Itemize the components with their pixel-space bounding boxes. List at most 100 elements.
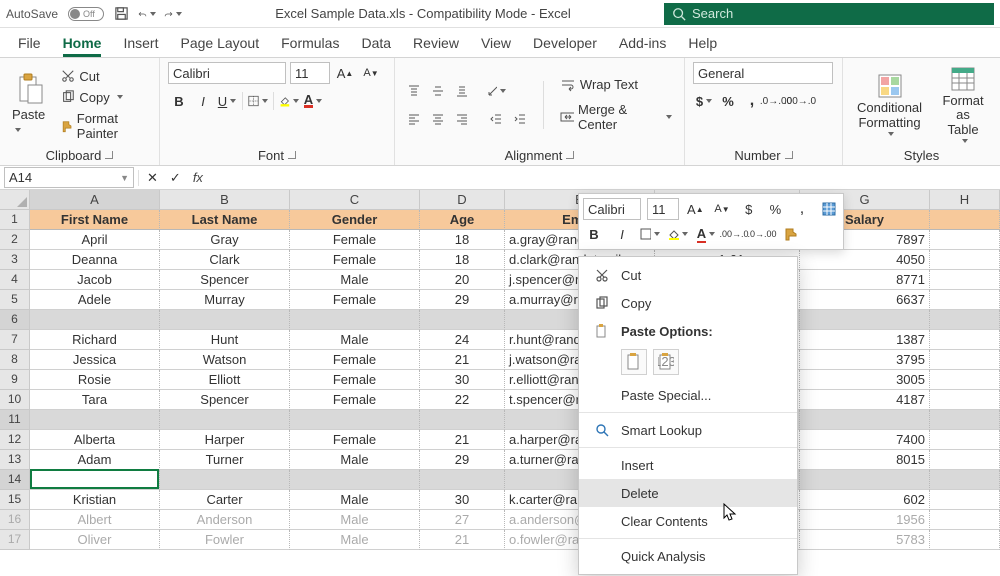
cell[interactable]: Female (290, 290, 420, 310)
ctx-delete[interactable]: Delete (579, 479, 797, 507)
align-left-icon[interactable] (403, 108, 425, 130)
cell[interactable]: Male (290, 450, 420, 470)
cell[interactable]: 21 (420, 430, 505, 450)
cell[interactable]: 1956 (800, 510, 930, 530)
cell[interactable] (930, 470, 1000, 490)
cell[interactable]: 30 (420, 490, 505, 510)
cell[interactable]: 21 (420, 530, 505, 550)
cell[interactable] (930, 310, 1000, 330)
mini-italic-icon[interactable]: I (611, 223, 633, 245)
cell[interactable] (930, 290, 1000, 310)
format-painter-button[interactable]: Format Painter (57, 109, 151, 143)
ctx-paste-special[interactable]: Paste Special... (579, 381, 797, 409)
tab-developer[interactable]: Developer (533, 31, 597, 57)
cell[interactable] (930, 230, 1000, 250)
name-box[interactable]: A14▼ (4, 167, 134, 188)
format-as-table-button[interactable]: Format as Table (934, 64, 992, 145)
cell[interactable]: 30 (420, 370, 505, 390)
autosave-toggle[interactable]: Off (68, 7, 104, 21)
cell[interactable]: 4050 (800, 250, 930, 270)
cell[interactable] (930, 390, 1000, 410)
row-header[interactable]: 12 (0, 430, 30, 450)
cell[interactable] (290, 410, 420, 430)
undo-icon[interactable] (138, 5, 156, 23)
spreadsheet-grid[interactable]: ABCDEFGH 1First NameLast NameGenderAgeEm… (0, 190, 1000, 550)
cell[interactable]: Female (290, 370, 420, 390)
select-all-corner[interactable] (0, 190, 30, 210)
align-bottom-icon[interactable] (451, 80, 473, 102)
cell[interactable]: 602 (800, 490, 930, 510)
paste-option-default[interactable] (621, 349, 647, 375)
row-header[interactable]: 3 (0, 250, 30, 270)
cell[interactable] (290, 310, 420, 330)
mini-size-combo[interactable] (647, 198, 679, 220)
conditional-formatting-button[interactable]: Conditional Formatting (851, 71, 928, 138)
mini-decrease-decimal-icon[interactable]: .00→.0 (723, 223, 745, 245)
tab-help[interactable]: Help (688, 31, 717, 57)
row-header[interactable]: 13 (0, 450, 30, 470)
cell[interactable] (930, 270, 1000, 290)
cell[interactable] (930, 410, 1000, 430)
decrease-font-icon[interactable]: A▼ (360, 62, 382, 84)
tab-review[interactable]: Review (413, 31, 459, 57)
cut-button[interactable]: Cut (57, 67, 151, 86)
tab-page-layout[interactable]: Page Layout (180, 31, 259, 57)
row-header[interactable]: 10 (0, 390, 30, 410)
mini-increase-decimal-icon[interactable]: .0→.00 (751, 223, 773, 245)
number-format-combo[interactable] (693, 62, 833, 84)
mini-table-icon[interactable] (818, 198, 839, 220)
cell[interactable] (160, 410, 290, 430)
cell[interactable]: Rosie (30, 370, 160, 390)
mini-decrease-font-icon[interactable]: A▼ (712, 198, 733, 220)
cell[interactable]: 1387 (800, 330, 930, 350)
cell[interactable] (930, 530, 1000, 550)
cell[interactable]: Last Name (160, 210, 290, 230)
cell[interactable]: Male (290, 510, 420, 530)
cell[interactable]: 8771 (800, 270, 930, 290)
cell[interactable] (930, 350, 1000, 370)
align-right-icon[interactable] (451, 108, 473, 130)
dialog-launcher-icon[interactable] (105, 151, 113, 159)
tab-view[interactable]: View (481, 31, 511, 57)
tab-formulas[interactable]: Formulas (281, 31, 339, 57)
ctx-cut[interactable]: Cut (579, 261, 797, 289)
cell[interactable]: Jacob (30, 270, 160, 290)
mini-percent-icon[interactable]: % (765, 198, 786, 220)
tab-data[interactable]: Data (361, 31, 391, 57)
row-header[interactable]: 16 (0, 510, 30, 530)
cell[interactable] (930, 510, 1000, 530)
cell[interactable]: Oliver (30, 530, 160, 550)
paste-option-values[interactable]: 123 (653, 349, 679, 375)
cell[interactable] (930, 490, 1000, 510)
mini-currency-icon[interactable]: $ (738, 198, 759, 220)
cell[interactable] (290, 470, 420, 490)
cell[interactable]: Elliott (160, 370, 290, 390)
column-header[interactable]: D (420, 190, 505, 210)
cell[interactable]: 29 (420, 450, 505, 470)
row-header[interactable]: 7 (0, 330, 30, 350)
cell[interactable]: Male (290, 530, 420, 550)
row-header[interactable]: 2 (0, 230, 30, 250)
cell[interactable]: 7400 (800, 430, 930, 450)
row-header[interactable]: 5 (0, 290, 30, 310)
cell[interactable]: 8015 (800, 450, 930, 470)
cell[interactable] (800, 410, 930, 430)
cell[interactable]: Richard (30, 330, 160, 350)
dialog-launcher-icon[interactable] (566, 151, 574, 159)
cell[interactable]: Alberta (30, 430, 160, 450)
cell[interactable]: 6637 (800, 290, 930, 310)
column-header[interactable]: H (930, 190, 1000, 210)
cell[interactable]: Hunt (160, 330, 290, 350)
fx-icon[interactable]: fx (193, 170, 203, 185)
row-header[interactable]: 15 (0, 490, 30, 510)
align-center-icon[interactable] (427, 108, 449, 130)
cell[interactable]: 3795 (800, 350, 930, 370)
cell[interactable]: April (30, 230, 160, 250)
redo-icon[interactable] (164, 5, 182, 23)
ctx-smart-lookup[interactable]: Smart Lookup (579, 416, 797, 444)
cell[interactable] (930, 370, 1000, 390)
cell[interactable]: 3005 (800, 370, 930, 390)
border-button[interactable] (247, 90, 269, 112)
cell[interactable]: Clark (160, 250, 290, 270)
cell[interactable] (420, 310, 505, 330)
